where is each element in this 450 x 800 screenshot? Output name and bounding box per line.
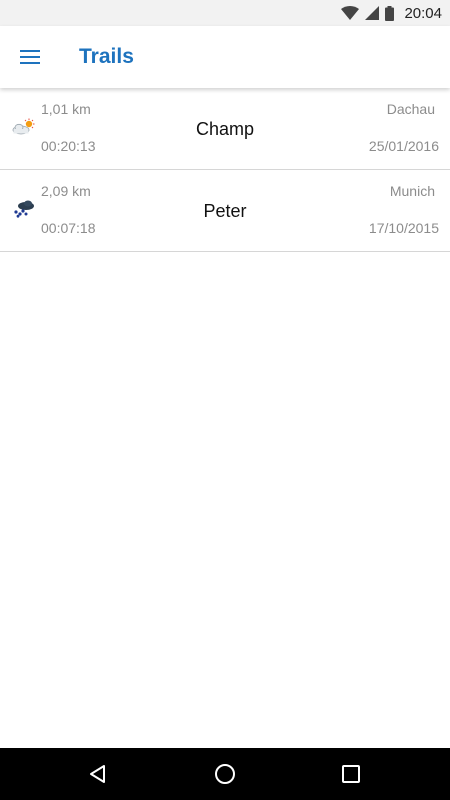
status-bar: 20:04 [0, 0, 450, 26]
page-title: Trails [79, 45, 134, 68]
app-bar: Trails [0, 26, 450, 88]
trail-location: Dachau [386, 101, 435, 117]
hamburger-icon [20, 50, 40, 52]
back-icon[interactable] [86, 762, 110, 786]
trail-location: Munich [389, 183, 435, 199]
trail-date: 17/10/2015 [368, 220, 439, 236]
recents-icon[interactable] [339, 762, 363, 786]
trail-distance: 1,01 km [41, 101, 91, 117]
trail-date: 25/01/2016 [368, 138, 439, 154]
battery-icon [385, 5, 395, 21]
trail-row[interactable]: 1,01 km 00:20:13 Champ Dachau 25/01/2016 [0, 88, 450, 170]
trail-name: Champ [195, 119, 255, 139]
trail-duration: 00:20:13 [41, 138, 96, 154]
trail-list: 1,01 km 00:20:13 Champ Dachau 25/01/2016… [0, 88, 450, 252]
trail-duration: 00:07:18 [41, 220, 96, 236]
trail-row[interactable]: 2,09 km 00:07:18 Peter Munich 17/10/2015 [0, 170, 450, 252]
wifi-icon [341, 6, 360, 20]
menu-button[interactable] [18, 45, 42, 69]
trail-distance: 2,09 km [41, 183, 91, 199]
hamburger-icon-line [20, 56, 40, 58]
hamburger-icon-line [20, 62, 40, 64]
system-nav-bar [0, 748, 450, 800]
home-icon[interactable] [213, 762, 237, 786]
trail-name: Peter [203, 201, 247, 221]
cell-signal-icon [365, 6, 380, 20]
status-icons: 20:04 [341, 0, 442, 26]
status-time: 20:04 [404, 4, 442, 22]
